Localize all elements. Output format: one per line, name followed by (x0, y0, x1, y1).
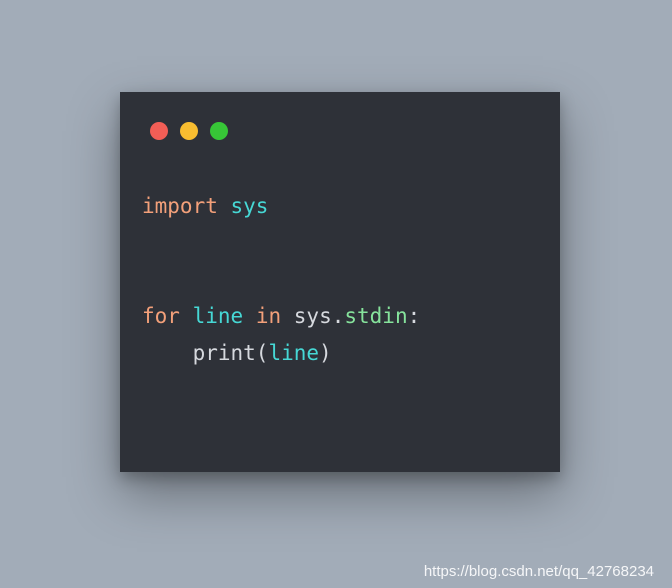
object-name: sys (294, 304, 332, 328)
indent (142, 341, 193, 365)
loop-variable: line (193, 304, 244, 328)
close-icon[interactable] (150, 122, 168, 140)
code-window: import sys for line in sys.stdin: print(… (120, 92, 560, 472)
module-name: sys (231, 194, 269, 218)
traffic-lights (120, 92, 560, 140)
keyword-for: for (142, 304, 180, 328)
dot-operator: . (332, 304, 345, 328)
left-paren: ( (256, 341, 269, 365)
maximize-icon[interactable] (210, 122, 228, 140)
colon: : (408, 304, 421, 328)
minimize-icon[interactable] (180, 122, 198, 140)
keyword-in: in (256, 304, 281, 328)
code-block: import sys for line in sys.stdin: print(… (120, 140, 560, 372)
attribute-name: stdin (344, 304, 407, 328)
watermark-text: https://blog.csdn.net/qq_42768234 (424, 563, 654, 580)
argument: line (268, 341, 319, 365)
function-name: print (193, 341, 256, 365)
right-paren: ) (319, 341, 332, 365)
keyword-import: import (142, 194, 218, 218)
